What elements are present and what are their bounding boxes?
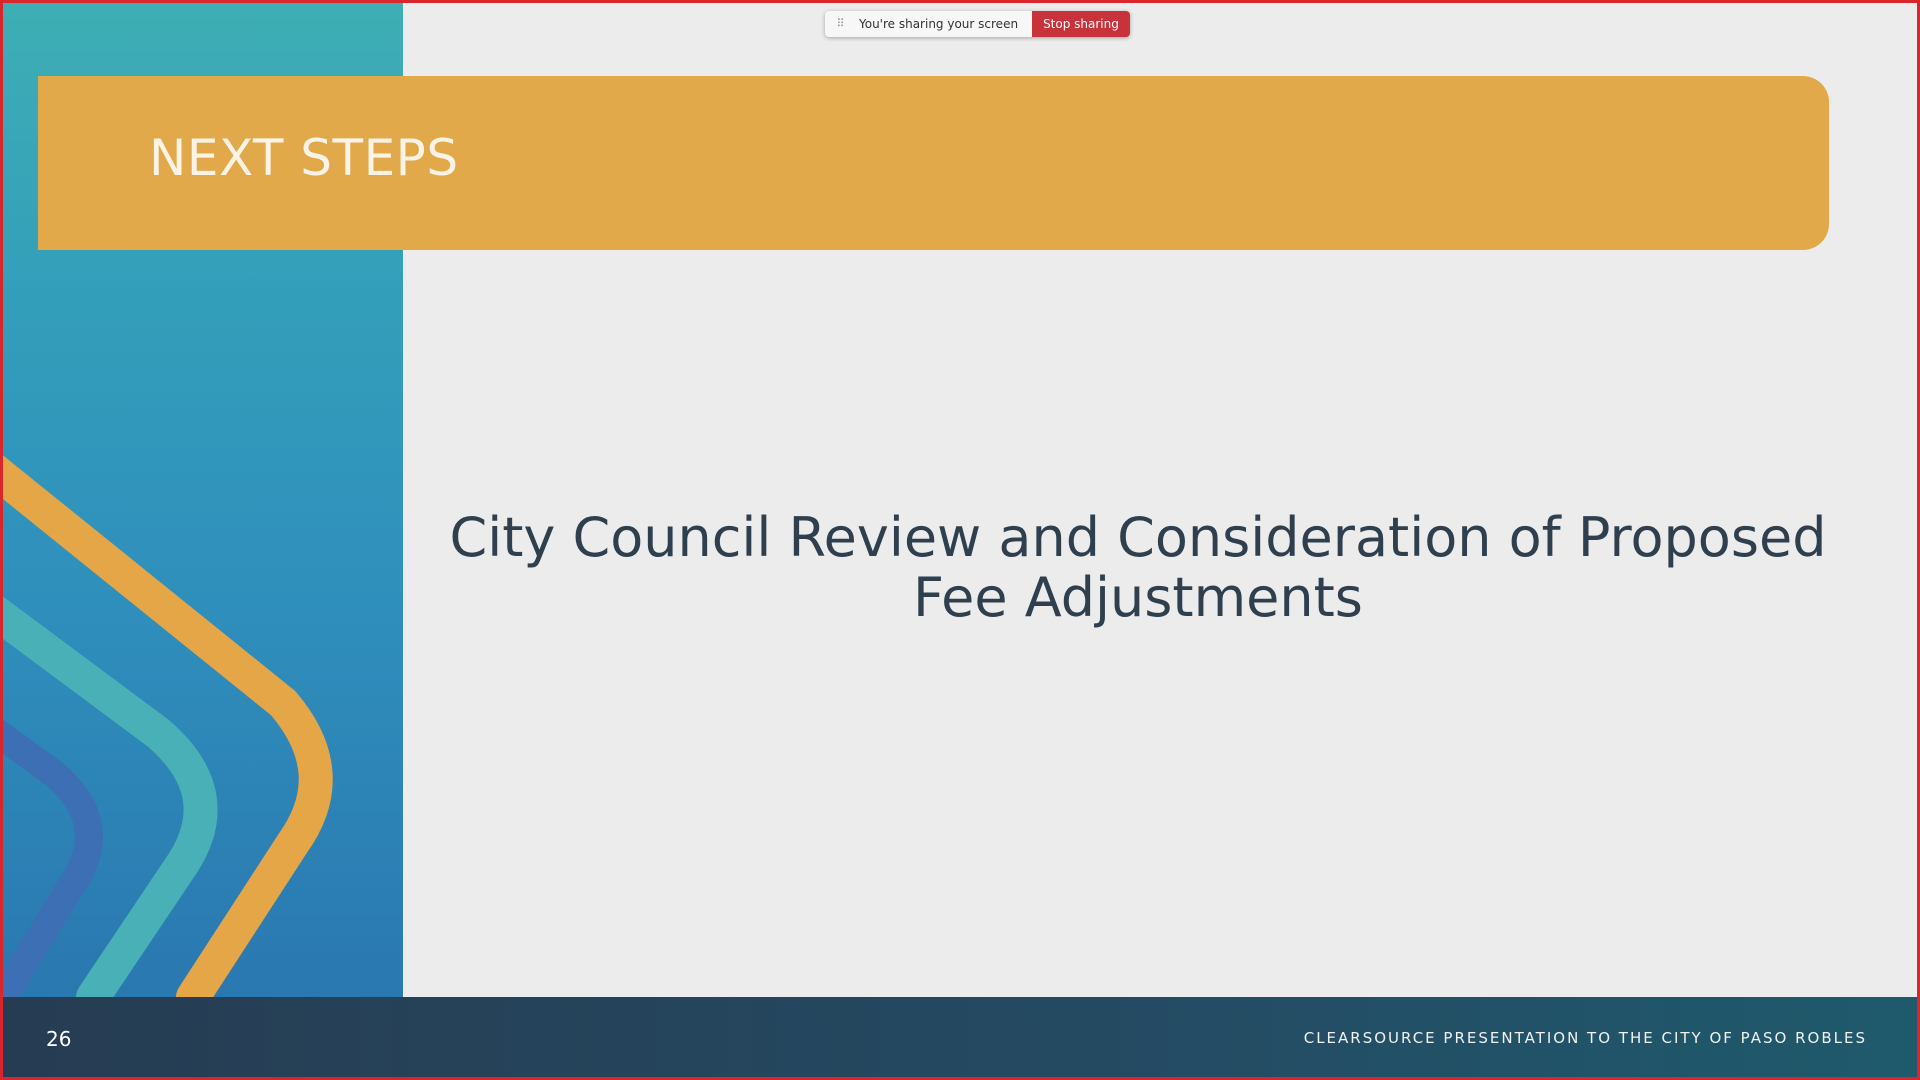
sharing-status-text: You're sharing your screen [859,17,1019,31]
shared-screen-frame: NEXT STEPS City Council Review and Consi… [0,0,1920,1080]
slide-body-line-1: City Council Review and Consideration of… [449,506,1827,569]
screen-share-bar: ⠿ You're sharing your screen Stop sharin… [825,11,1130,37]
title-banner: NEXT STEPS [38,76,1829,250]
footer-caption: CLEARSOURCE PRESENTATION TO THE CITY OF … [1303,1029,1867,1047]
slide-number: 26 [46,1027,72,1051]
slide-body-line-2: Fee Adjustments [913,566,1363,629]
slide-footer: 26 CLEARSOURCE PRESENTATION TO THE CITY … [3,997,1917,1077]
stop-sharing-button[interactable]: Stop sharing [1032,11,1130,37]
slide-title: NEXT STEPS [149,129,459,187]
slide-body-text: City Council Review and Consideration of… [443,508,1833,628]
drag-handle-icon[interactable]: ⠿ [831,11,849,37]
